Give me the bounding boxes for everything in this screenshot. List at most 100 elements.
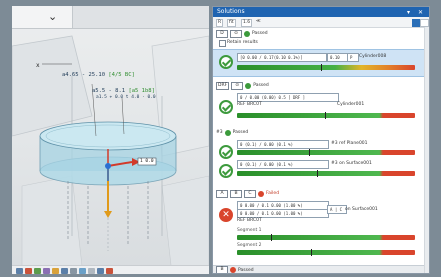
section-1-datum-box[interactable]: D xyxy=(216,29,228,38)
result-row-4[interactable]: ✕ 0 0.00 / 0.1 0.00 (1.00 %) 0 0.00 / 0.… xyxy=(213,199,429,263)
result-row-3[interactable]: 0 (0.1) / 0.00 (0.1 %) #3 ref Plane001 0… xyxy=(213,138,429,188)
measure-tool-icon[interactable] xyxy=(79,267,86,274)
view-tool-icon[interactable] xyxy=(61,267,68,274)
passed-icon xyxy=(224,129,231,136)
section-4-tag-a[interactable]: A xyxy=(216,189,228,198)
filter-tool-icon[interactable] xyxy=(106,267,113,274)
zoom-tool-icon[interactable] xyxy=(43,267,50,274)
fit-tool-icon[interactable] xyxy=(52,267,59,274)
failed-icon xyxy=(258,190,264,197)
axis-box-label: 1 0.0 xyxy=(140,159,154,164)
result-4-label: REF BRC0T xyxy=(237,218,262,223)
cad-viewport[interactable]: ⌄ x a4.65 - 25.10 [4/5 BC] a5.5 - 8.1 [a… xyxy=(12,6,209,274)
status-icon xyxy=(230,267,236,273)
rotate-tool-icon[interactable] xyxy=(25,267,32,274)
result-1-tolerance-bar xyxy=(237,65,415,70)
dimension-label-2-sub: a1.5 + 0.0 t 4.0 · 0.0 xyxy=(96,95,156,100)
view-dropdown[interactable]: ⌄ xyxy=(12,6,73,28)
segment-1-label: Segment 1 xyxy=(237,228,262,233)
list-view-icon[interactable] xyxy=(420,19,429,27)
dimension-label-2-tag: [a5 1b8] xyxy=(128,88,155,94)
result-1-count: 0.10 xyxy=(327,53,349,62)
section-4-tag-c[interactable]: C xyxy=(244,189,256,198)
segment-1-tolerance-bar xyxy=(237,235,415,240)
viewport-header: ⌄ xyxy=(12,6,209,29)
passed-icon xyxy=(245,82,252,89)
toolbar-item-back[interactable]: ≪ xyxy=(255,19,262,25)
result-3-readout: 0 (0.1) / 0.00 (0.1 %) xyxy=(237,140,329,149)
result-4-target: on Surface001 xyxy=(345,207,378,212)
result-row-2[interactable]: 0 / 0.00 (0.00) 0.5 [ DRF ] REF BRC0T Cy… xyxy=(213,91,429,125)
section-4-header[interactable]: A B C Failed xyxy=(213,189,429,198)
result-2-readout: 0 / 0.00 (0.00) 0.5 [ DRF ] xyxy=(237,93,339,102)
retain-results-row[interactable]: Retain results xyxy=(213,39,429,48)
pass-check-icon xyxy=(219,145,233,159)
segment-2-marker xyxy=(311,249,312,256)
result-3-ref: #3 ref Plane001 xyxy=(331,141,368,146)
fail-x-icon: ✕ xyxy=(219,208,233,222)
result-4-readout-2: 0 0.00 / 0.1 0.00 (1.00 %) xyxy=(237,209,329,218)
result-2-label: REF BRC0T xyxy=(237,102,262,107)
result-row-1[interactable]: [0 0.00 / 0.17(0.10 0.1%)] 0.10 P Cylind… xyxy=(213,49,429,77)
panel-toolbar: R fit 1.6 ≪ xyxy=(213,17,429,28)
dimension-label-2[interactable]: a5.5 - 8.1 [a5 1b8] xyxy=(92,88,155,94)
section-4-tag-b[interactable]: B xyxy=(230,189,242,198)
result-2-marker xyxy=(325,112,326,119)
result-3-marker-2 xyxy=(317,170,318,177)
result-4-datum-refs: A | C xyxy=(327,205,347,214)
passed-icon xyxy=(244,30,250,37)
panel-title: Solutions xyxy=(217,8,245,15)
pass-check-icon xyxy=(219,55,233,69)
toolbar-item-zoom[interactable]: 1.6 xyxy=(241,19,253,27)
section-1-status: Passed xyxy=(252,31,268,36)
chevron-down-icon: ⌄ xyxy=(48,10,58,23)
toolbar-item-fit[interactable]: fit xyxy=(227,19,236,27)
solutions-panel: Solutions ▾ ✕ R fit 1.6 ≪ D ⊙ Passed Ret… xyxy=(212,6,430,274)
dimension-label-1[interactable]: a4.65 - 25.10 [4/5 BC] xyxy=(62,72,135,78)
result-2-target: Cylinder001 xyxy=(337,102,365,107)
axis-label: x xyxy=(36,62,40,69)
retain-results-label: Retain results xyxy=(227,40,258,45)
viewport-toolbar xyxy=(12,265,209,274)
result-3-marker xyxy=(309,149,310,156)
result-1-readout: [0 0.00 / 0.17(0.10 0.1%)] xyxy=(237,53,327,62)
dimension-label-1-value: a4.65 - 25.10 xyxy=(62,72,106,78)
result-1-marker xyxy=(321,64,322,71)
section-1-datum-box-2[interactable]: ⊙ xyxy=(230,29,242,38)
section-2-datum-box[interactable]: ⊙ xyxy=(231,81,244,90)
section-2-tag[interactable]: DRF xyxy=(216,81,230,90)
section-4-status: Failed xyxy=(266,191,280,196)
settings-tool-icon[interactable] xyxy=(88,267,95,274)
section-tool-icon[interactable] xyxy=(70,267,77,274)
retain-results-checkbox[interactable] xyxy=(219,40,226,47)
result-2-tolerance-bar xyxy=(237,113,415,118)
segment-1-marker xyxy=(271,234,272,241)
section-3-status: Passed xyxy=(232,130,249,135)
result-3-tolerance-bar-2 xyxy=(237,171,415,176)
section-1-header[interactable]: D ⊙ Passed xyxy=(213,29,429,38)
display-tool-icon[interactable] xyxy=(97,267,104,274)
section-3-header[interactable]: #3 Passed xyxy=(213,128,429,137)
result-3-readout-2: 0 (0.1) / 0.00 (0.1 %) xyxy=(237,160,329,169)
result-3-tolerance-bar xyxy=(237,150,415,155)
segment-2-label: Segment 2 xyxy=(237,243,262,248)
panel-titlebar: Solutions ▾ ✕ xyxy=(213,7,429,17)
result-3-ref-2: #3 on Surface001 xyxy=(331,161,372,166)
select-tool-icon[interactable] xyxy=(16,267,23,274)
pan-tool-icon[interactable] xyxy=(34,267,41,274)
section-2-header[interactable]: DRF ⊙ Passed xyxy=(213,81,429,90)
pass-check-icon xyxy=(219,164,233,178)
section-2-status: Passed xyxy=(253,83,269,88)
section-3-tag: #3 xyxy=(216,130,223,135)
pass-check-icon xyxy=(219,100,233,114)
result-1-target: Cylinder008 xyxy=(359,54,387,59)
segment-2-tolerance-bar xyxy=(237,250,415,255)
result-1-toggle[interactable]: P xyxy=(347,53,359,62)
dimension-label-1-tag: [4/5 BC] xyxy=(108,72,135,78)
section-5-header[interactable]: B Passed xyxy=(213,265,429,273)
panel-scrollbar[interactable] xyxy=(424,27,429,273)
dimension-label-2-value: a5.5 - 8.1 xyxy=(92,88,126,94)
section-5-status: Passed xyxy=(238,267,254,273)
toolbar-item-r[interactable]: R xyxy=(216,19,224,27)
section-5-tag[interactable]: B xyxy=(216,266,228,273)
